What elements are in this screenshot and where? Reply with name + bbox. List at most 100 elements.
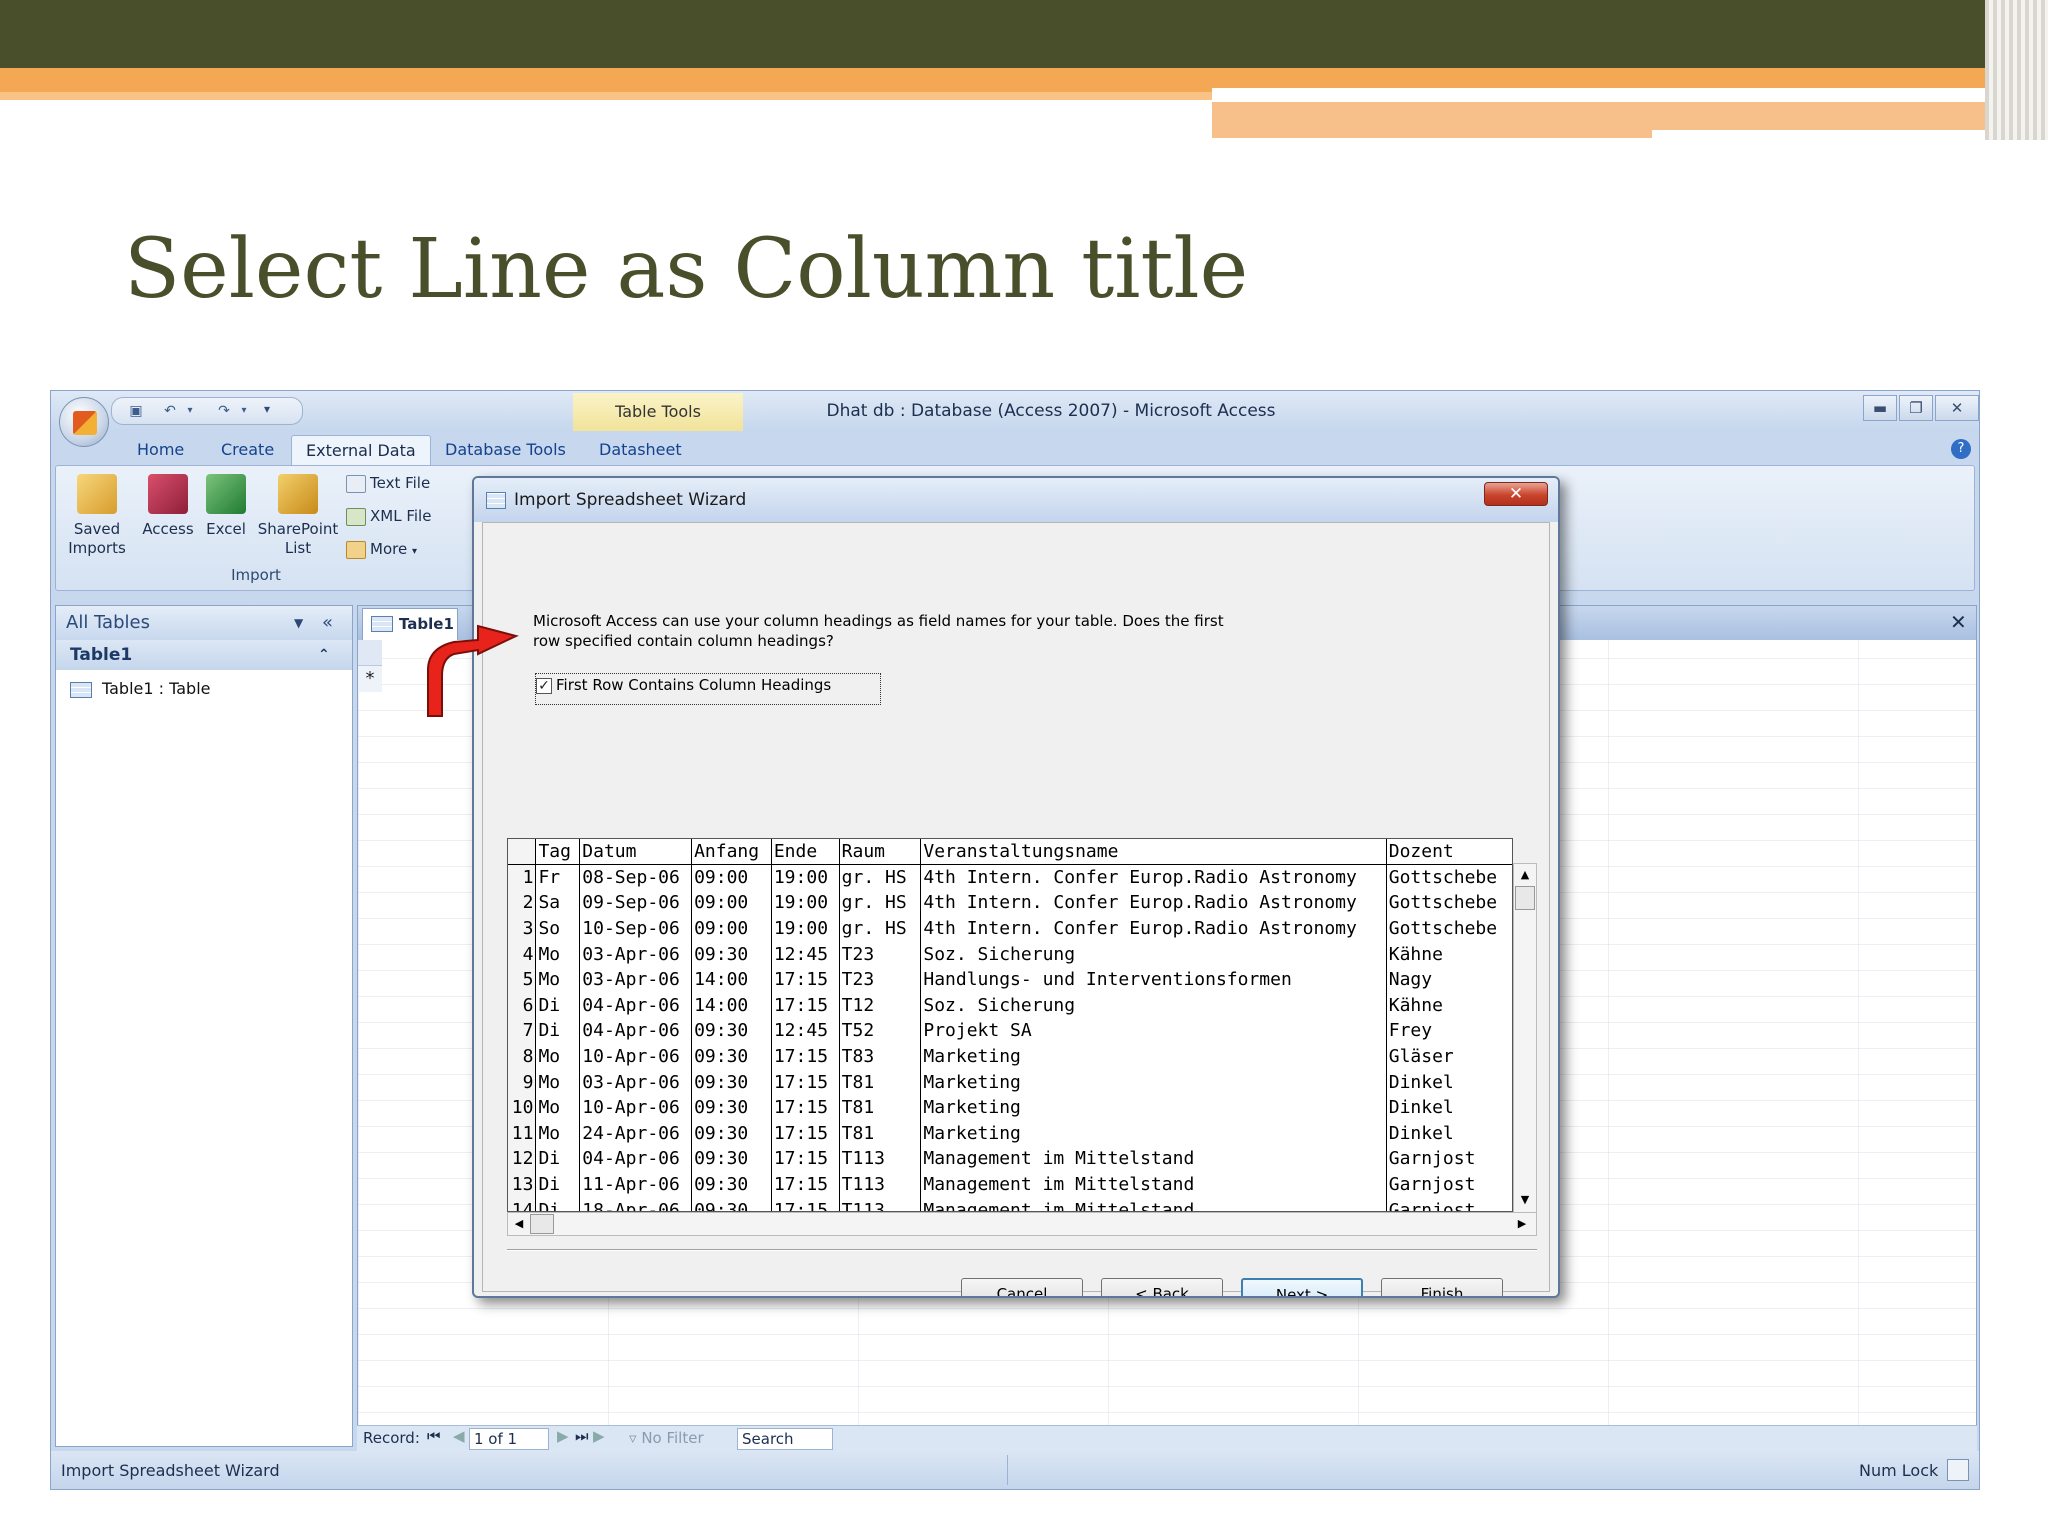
no-filter-indicator[interactable]: ▿ No Filter [629, 1429, 704, 1447]
import-xml-file-button[interactable]: XML File [346, 507, 431, 526]
first-record-icon[interactable]: ⏮ [427, 1427, 441, 1445]
preview-cell: Dinkel [1385, 1120, 1512, 1147]
search-field[interactable]: Search [737, 1428, 833, 1450]
datasheet-view-icon[interactable] [1947, 1459, 1969, 1481]
wizard-close-button[interactable]: ✕ [1484, 482, 1548, 506]
import-excel-button[interactable]: Excel [200, 474, 252, 539]
preview-column-header[interactable]: Raum [838, 839, 921, 866]
undo-icon[interactable]: ↶ [162, 403, 178, 419]
preview-cell: 17:15 [770, 1171, 840, 1198]
sharepoint-label-2: List [284, 539, 312, 557]
collapse-pane-icon[interactable]: « [322, 606, 333, 640]
collapse-group-icon[interactable]: ⌃ [318, 640, 330, 670]
preview-cell: T113 [838, 1171, 921, 1198]
preview-column-header[interactable]: Veranstaltungsname [920, 839, 1387, 866]
preview-cell: Dinkel [1385, 1069, 1512, 1095]
preview-column-header[interactable]: Anfang [691, 839, 772, 866]
save-icon[interactable]: ▣ [128, 403, 144, 419]
preview-grid[interactable]: Tag Datum Anfang Ende Raum Veranstaltung… [507, 838, 1513, 1212]
slide-accent-band-light [0, 92, 1212, 100]
preview-row-number: 5 [508, 966, 537, 993]
preview-cell: 09:30 [691, 1120, 772, 1147]
undo-dropdown-icon[interactable]: ▾ [182, 403, 198, 419]
preview-column-header[interactable]: Dozent [1385, 839, 1512, 866]
preview-row: 7 Di 04-Apr-06 09:30 12:45 T52 Projekt SA Frey [508, 1018, 1512, 1044]
redo-icon[interactable]: ↷ [216, 403, 232, 419]
scroll-left-icon[interactable]: ◀ [509, 1214, 529, 1234]
tab-home[interactable]: Home [123, 435, 198, 465]
next-button[interactable]: Next > [1241, 1278, 1363, 1296]
preview-row: 6 Di 04-Apr-06 14:00 17:15 T12 Soz. Sicherung K… [508, 992, 1512, 1019]
preview-cell: 17:15 [770, 1094, 840, 1121]
first-row-headings-checkbox[interactable]: ✓ [536, 678, 552, 694]
preview-cell: Handlungs- und Interventionsformen [920, 966, 1387, 993]
nav-dropdown-icon[interactable]: ▼ [294, 606, 303, 640]
help-icon[interactable]: ? [1951, 439, 1971, 459]
nav-pane-header[interactable]: All Tables ▼ « [56, 606, 352, 640]
import-group-label: Import [231, 566, 281, 584]
close-document-icon[interactable]: ✕ [1950, 610, 1967, 634]
vertical-scroll-thumb[interactable] [1515, 886, 1535, 910]
horizontal-scroll-thumb[interactable] [530, 1214, 554, 1234]
minimize-button[interactable]: ▬ [1863, 395, 1897, 421]
arrow-shape [427, 624, 519, 717]
saved-imports-button[interactable]: Saved Imports [62, 474, 132, 558]
next-record-icon[interactable]: ▶ [557, 1427, 569, 1445]
preview-cell: Di [535, 1197, 580, 1211]
customize-qat-icon[interactable]: ▾ [259, 401, 275, 417]
last-record-icon[interactable]: ⏭ [575, 1427, 589, 1445]
preview-column-header[interactable]: Tag [535, 839, 580, 866]
preview-cell: 14:00 [691, 966, 772, 993]
office-button[interactable] [59, 397, 109, 447]
wizard-description: Microsoft Access can use your column hea… [533, 612, 1224, 650]
preview-cell: 09:30 [691, 1043, 772, 1070]
preview-cell: T23 [838, 941, 921, 967]
scroll-down-icon[interactable]: ▼ [1515, 1190, 1535, 1210]
preview-cell: 17:15 [770, 1146, 840, 1172]
preview-cell: Kähne [1385, 941, 1512, 967]
previous-record-icon[interactable]: ◀ [453, 1427, 465, 1445]
back-button[interactable]: < Back [1101, 1278, 1223, 1296]
import-more-button[interactable]: More ▾ [346, 540, 417, 559]
close-window-button[interactable]: ✕ [1935, 395, 1979, 421]
preview-cell: 17:15 [770, 966, 840, 993]
status-divider [1007, 1455, 1008, 1485]
slide-title: Select Line as Column title [124, 222, 1249, 317]
tab-datasheet[interactable]: Datasheet [585, 435, 696, 465]
tab-database-tools[interactable]: Database Tools [431, 435, 580, 465]
sharepoint-icon [278, 474, 318, 514]
preview-row: 4 Mo 03-Apr-06 09:30 12:45 T23 Soz. Sicherung K… [508, 941, 1512, 967]
scroll-right-icon[interactable]: ▶ [1512, 1214, 1532, 1234]
finish-button[interactable]: Finish [1381, 1278, 1503, 1296]
filter-icon: ▿ [629, 1429, 637, 1447]
cancel-button[interactable]: Cancel [961, 1278, 1083, 1296]
scroll-up-icon[interactable]: ▲ [1515, 865, 1535, 885]
preview-column-header[interactable]: Ende [770, 839, 840, 866]
preview-horizontal-scrollbar[interactable]: ◀ ▶ [507, 1212, 1537, 1236]
preview-cell: Garnjost [1385, 1171, 1512, 1198]
preview-cell: Fr [535, 864, 580, 891]
preview-cell: 17:15 [770, 1069, 840, 1095]
preview-column-header[interactable]: Datum [579, 839, 692, 866]
preview-row-number: 14 [508, 1197, 537, 1211]
select-all-cell[interactable] [358, 640, 382, 666]
preview-vertical-scrollbar[interactable]: ▲ ▼ [1513, 863, 1537, 1213]
office-logo-icon [73, 411, 97, 435]
import-text-file-button[interactable]: Text File [346, 474, 430, 493]
nav-item-table1[interactable]: Table1 : Table [70, 676, 211, 702]
record-position-field[interactable]: 1 of 1 [469, 1428, 549, 1450]
first-row-headings-option[interactable]: ✓ First Row Contains Column Headings [535, 673, 881, 705]
first-row-headings-label[interactable]: First Row Contains Column Headings [556, 676, 831, 694]
wizard-table-icon [486, 492, 506, 509]
tab-external-data[interactable]: External Data [291, 435, 431, 465]
more-label: More [370, 540, 408, 558]
import-access-button[interactable]: Access [140, 474, 196, 539]
tab-create[interactable]: Create [207, 435, 288, 465]
import-sharepoint-button[interactable]: SharePoint List [256, 474, 340, 558]
preview-cell: 19:00 [770, 890, 840, 916]
preview-cell: Gläser [1385, 1043, 1512, 1070]
new-record-icon[interactable]: ▶ [593, 1427, 605, 1445]
redo-dropdown-icon[interactable]: ▾ [236, 403, 252, 419]
restore-button[interactable]: ❐ [1899, 395, 1933, 421]
nav-group-header[interactable]: Table1 ⌃ [56, 640, 352, 670]
